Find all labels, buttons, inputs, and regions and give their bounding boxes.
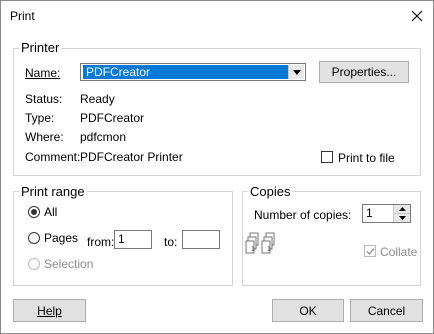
print-to-file-checkbox[interactable]: [321, 151, 333, 163]
print-to-file-label[interactable]: Print to file: [338, 151, 395, 165]
printer-name-label: Name:: [25, 66, 60, 80]
ok-button-label: OK: [299, 303, 317, 318]
printer-name-label-text: Name:: [25, 66, 61, 80]
selection-radio-label[interactable]: Selection: [44, 257, 93, 271]
from-label: from:: [87, 235, 115, 249]
properties-button[interactable]: Properties...: [319, 61, 409, 83]
dropdown-arrow-icon: [292, 69, 301, 75]
print-dialog: Print Printer Name: PDFCreator Propertie…: [0, 0, 434, 334]
spinner-up-icon: [398, 207, 406, 211]
to-input[interactable]: [182, 230, 220, 249]
svg-text:1: 1: [267, 246, 271, 253]
copies-value: 1: [366, 206, 373, 220]
svg-text:1: 1: [251, 246, 255, 253]
printer-dropdown-button[interactable]: [288, 65, 304, 79]
collate-checkbox[interactable]: [364, 245, 376, 257]
collate-pages-icon: 11: [245, 232, 275, 254]
type-label: Type:: [25, 111, 55, 125]
comment-value: PDFCreator Printer: [80, 150, 183, 164]
cancel-button-label: Cancel: [367, 303, 406, 318]
comment-label: Comment:: [25, 150, 81, 164]
printer-legend: Printer: [19, 40, 62, 55]
number-of-copies-label: Number of copies:: [254, 208, 352, 222]
window-title: Print: [10, 9, 35, 23]
pages-radio-label[interactable]: Pages: [44, 231, 78, 245]
where-value: pdfcmon: [80, 130, 127, 144]
pages-radio[interactable]: [28, 232, 40, 244]
status-label: Status:: [25, 92, 63, 106]
title-bar: Print: [1, 1, 433, 31]
all-radio[interactable]: [28, 206, 40, 218]
cancel-button[interactable]: Cancel: [350, 299, 423, 322]
close-button[interactable]: [401, 1, 433, 31]
to-label: to:: [164, 235, 178, 249]
type-value: PDFCreator: [80, 111, 145, 125]
status-value: Ready: [80, 92, 115, 106]
checkmark-icon: [366, 248, 375, 256]
spinner-down-button[interactable]: [394, 213, 410, 222]
all-radio-label[interactable]: All: [44, 205, 57, 219]
spinner-up-button[interactable]: [394, 205, 410, 213]
ok-button[interactable]: OK: [272, 299, 344, 322]
printer-name-select[interactable]: PDFCreator: [80, 63, 306, 81]
print-range-legend: Print range: [19, 184, 87, 199]
printer-name-value: PDFCreator: [83, 65, 289, 79]
spinner-down-icon: [398, 216, 406, 220]
copies-legend: Copies: [248, 184, 293, 199]
close-icon: [411, 10, 423, 22]
help-button[interactable]: Help: [13, 299, 86, 322]
where-label: Where:: [25, 130, 64, 144]
from-input[interactable]: 1: [114, 230, 152, 249]
selection-radio[interactable]: [28, 258, 40, 270]
help-button-label: Help: [37, 303, 62, 318]
properties-button-label: Properties...: [331, 65, 397, 79]
collate-label[interactable]: Collate: [380, 245, 417, 259]
copies-spinner[interactable]: 1: [362, 204, 411, 223]
